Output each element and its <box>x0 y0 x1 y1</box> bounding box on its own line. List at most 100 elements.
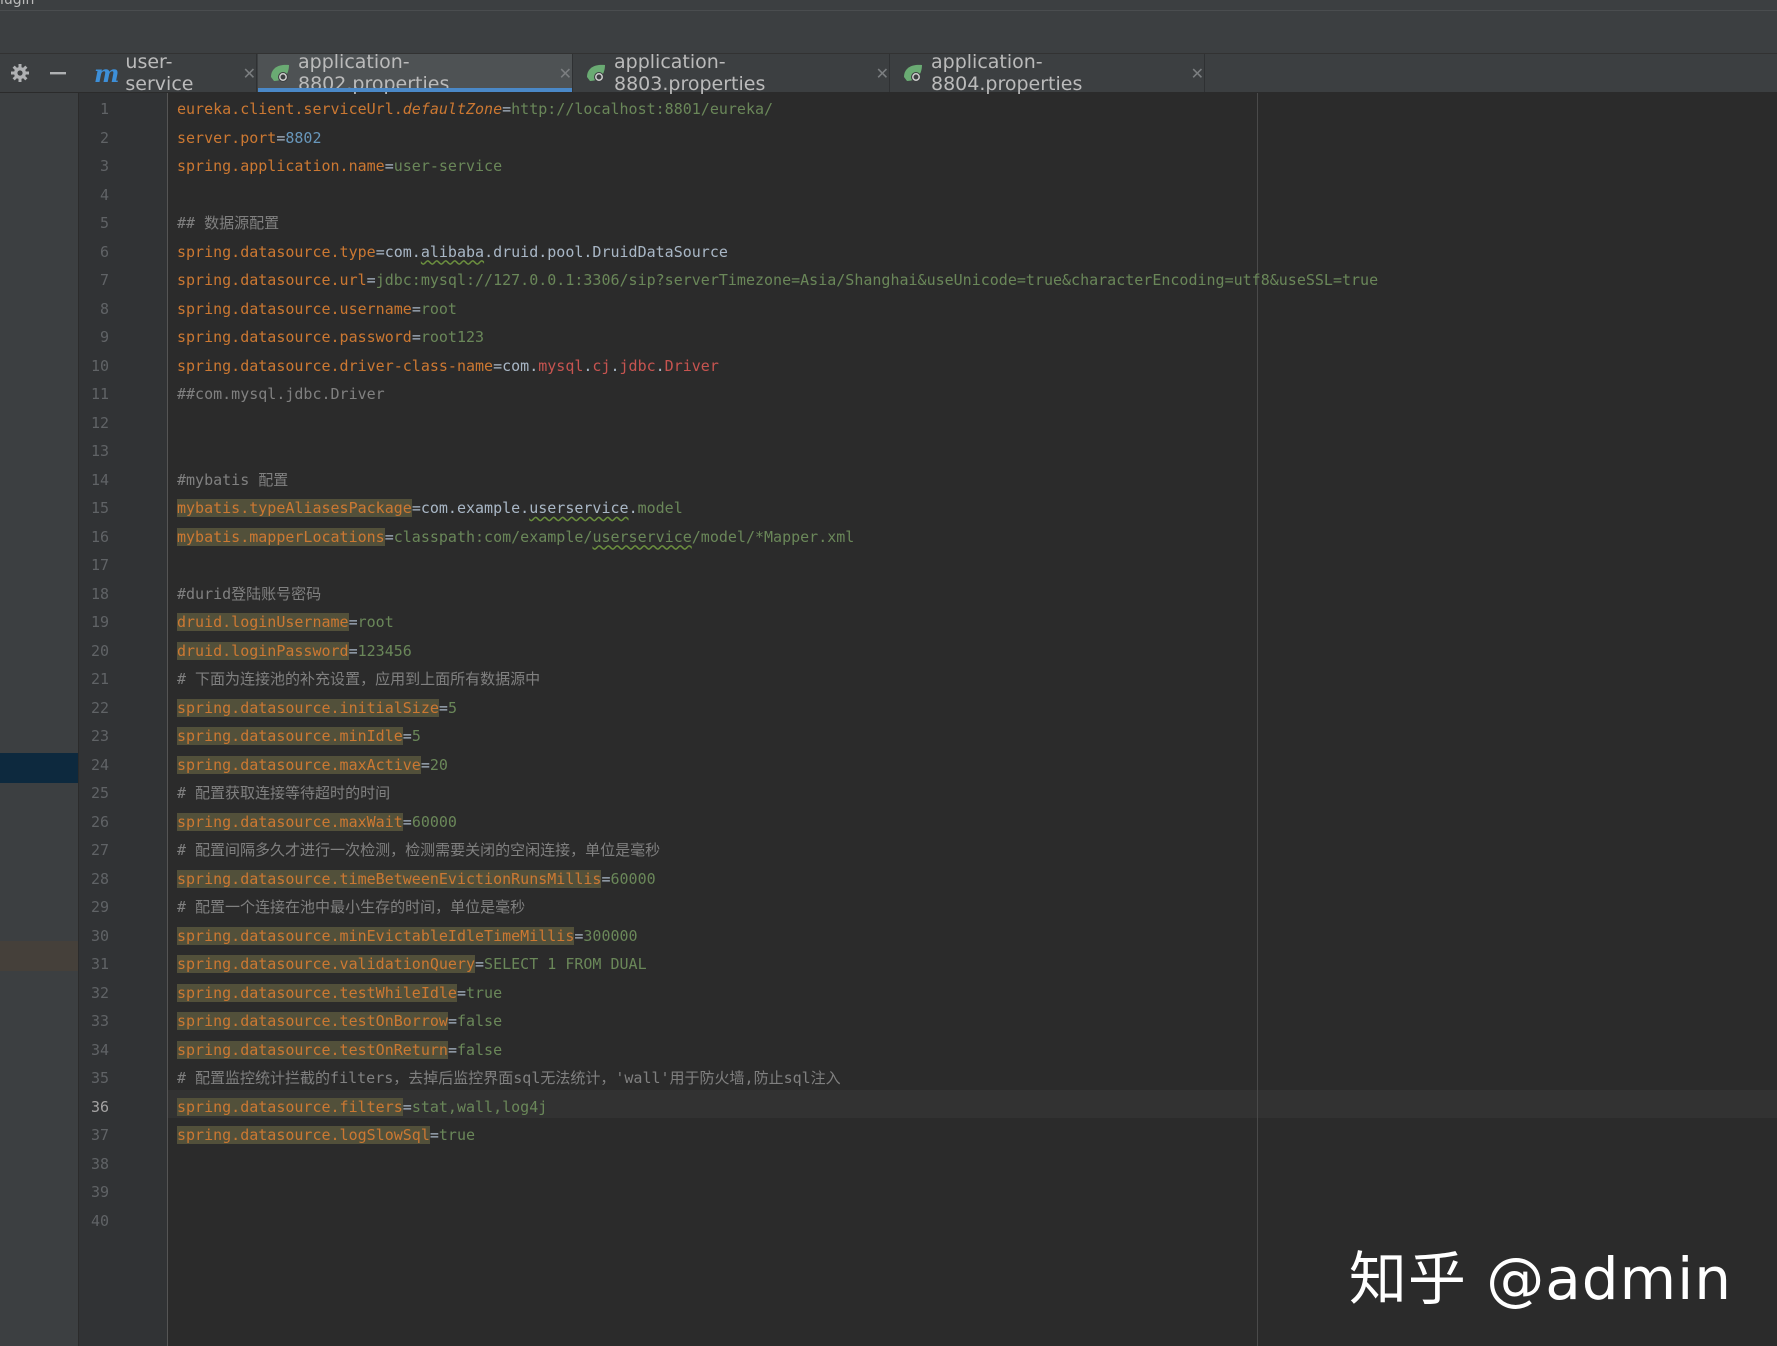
code-token: = <box>456 983 466 1002</box>
tab-application-8804[interactable]: application-8804.properties ✕ <box>891 51 1205 95</box>
code-line[interactable]: # 配置监控统计拦截的filters，去掉后监控界面sql无法统计，'wall'… <box>177 1064 841 1092</box>
code-token: ## 数据源配置 <box>177 214 280 232</box>
code-line[interactable]: #mybatis 配置 <box>177 466 288 494</box>
code-token: druid.loginPassword <box>177 641 349 660</box>
close-icon[interactable]: ✕ <box>243 64 256 83</box>
code-line[interactable]: spring.datasource.maxActive=20 <box>177 751 448 779</box>
code-line[interactable]: spring.datasource.type=com.alibaba.druid… <box>177 238 728 266</box>
code-line[interactable]: spring.datasource.minIdle=5 <box>177 722 421 750</box>
window-title-fragment: lugin <box>0 0 35 8</box>
tab-label: user-service <box>125 51 194 95</box>
line-number: 23 <box>90 727 109 745</box>
code-line[interactable]: spring.datasource.testOnBorrow=false <box>177 1007 502 1035</box>
code-token: userservice <box>529 499 629 517</box>
code-token: spring.datasource.filters <box>177 1097 403 1116</box>
tab-application-8802[interactable]: application-8802.properties ✕ <box>258 51 573 95</box>
code-token: mybatis.mapperLocations <box>177 527 385 546</box>
minus-icon[interactable] <box>39 54 77 92</box>
line-number: 4 <box>99 185 109 204</box>
line-number: 5 <box>99 214 109 232</box>
main-toolbar: lugin <box>0 0 1777 54</box>
code-token: spring.datasource.type <box>177 242 376 261</box>
line-number: 39 <box>90 1183 109 1201</box>
line-number: 35 <box>90 1069 109 1087</box>
code-token: spring.datasource.minIdle <box>177 727 403 745</box>
editor-tab-bar: m user-service ✕ application-8802.proper… <box>0 51 1777 95</box>
code-token: 5 <box>447 698 457 717</box>
line-number: 11 <box>90 385 109 403</box>
code-line[interactable]: spring.datasource.initialSize=5 <box>177 694 457 722</box>
code-line[interactable]: spring.datasource.maxWait=60000 <box>177 808 457 836</box>
tab-application-8803[interactable]: application-8803.properties ✕ <box>574 51 890 95</box>
tab-label: application-8804.properties <box>931 51 1083 95</box>
code-line[interactable]: spring.datasource.url=jdbc:mysql://127.0… <box>177 266 1378 294</box>
gear-icon[interactable] <box>1 54 39 92</box>
close-icon[interactable]: ✕ <box>876 64 889 83</box>
code-line[interactable]: spring.datasource.testWhileIdle=true <box>177 979 502 1007</box>
code-line[interactable]: spring.datasource.filters=stat,wall,log4… <box>177 1093 547 1121</box>
code-line[interactable]: spring.datasource.timeBetweenEvictionRun… <box>177 865 656 893</box>
close-icon[interactable]: ✕ <box>1191 64 1204 83</box>
code-line[interactable]: spring.datasource.password=root123 <box>177 323 484 351</box>
code-token: = <box>348 613 358 631</box>
code-token: false <box>456 1012 503 1030</box>
code-line[interactable]: spring.datasource.minEvictableIdleTimeMi… <box>177 922 638 950</box>
code-token: = <box>402 727 412 745</box>
line-number: 12 <box>90 413 109 432</box>
code-line[interactable]: spring.datasource.validationQuery=SELECT… <box>177 950 647 978</box>
code-token: = <box>384 157 394 175</box>
line-number: 17 <box>90 556 109 574</box>
line-number: 1 <box>99 100 109 118</box>
code-line[interactable]: mybatis.mapperLocations=classpath:com/ex… <box>177 523 854 551</box>
line-number: 2 <box>99 128 109 147</box>
code-token: root <box>357 613 394 631</box>
code-line[interactable]: spring.datasource.testOnReturn=false <box>177 1036 502 1064</box>
code-line[interactable]: eureka.client.serviceUrl.defaultZone=htt… <box>177 95 773 123</box>
code-line[interactable]: druid.loginUsername=root <box>177 608 394 636</box>
code-token: 300000 <box>583 926 638 945</box>
code-token: alibaba <box>420 242 485 261</box>
code-line[interactable]: # 配置获取连接等待超时的时间 <box>177 779 390 807</box>
line-number: 20 <box>90 641 109 660</box>
code-token: spring.datasource.maxWait <box>177 812 403 831</box>
code-token: spring.datasource.maxActive <box>177 755 421 774</box>
line-number: 16 <box>90 527 109 546</box>
line-number: 10 <box>90 356 109 375</box>
code-line[interactable]: #durid登陆账号密码 <box>177 580 321 608</box>
spring-properties-icon <box>901 61 925 85</box>
code-line[interactable]: mybatis.typeAliasesPackage=com.example.u… <box>177 494 683 522</box>
code-token: Driver <box>664 356 719 375</box>
code-token: eureka.client.serviceUrl. <box>177 100 403 118</box>
code-token: spring.datasource.testOnBorrow <box>177 1012 448 1030</box>
tab-label: application-8803.properties <box>614 51 766 95</box>
line-number: 15 <box>90 499 109 517</box>
code-line[interactable]: # 配置一个连接在池中最小生存的时间，单位是毫秒 <box>177 893 525 921</box>
code-token: . <box>610 356 620 375</box>
line-number: 3 <box>99 157 109 175</box>
close-icon[interactable]: ✕ <box>559 64 572 83</box>
code-line[interactable]: spring.application.name=user-service <box>177 152 502 180</box>
highlighted-tree-item[interactable] <box>0 941 78 971</box>
code-line[interactable]: ## 数据源配置 <box>177 209 279 237</box>
code-line[interactable]: ##com.mysql.jdbc.Driver <box>177 380 385 408</box>
code-line[interactable]: spring.datasource.username=root <box>177 295 457 323</box>
code-line[interactable]: # 下面为连接池的补充设置，应用到上面所有数据源中 <box>177 665 540 693</box>
code-token: model <box>637 499 683 517</box>
line-number: 6 <box>99 242 109 261</box>
project-tool-window[interactable] <box>0 93 78 1346</box>
code-line[interactable]: # 配置间隔多久才进行一次检测，检测需要关闭的空闲连接，单位是毫秒 <box>177 836 660 864</box>
spring-properties-icon <box>268 61 292 85</box>
code-line[interactable]: spring.datasource.driver-class-name=com.… <box>177 352 719 380</box>
line-number: 28 <box>90 869 109 888</box>
tab-user-service[interactable]: m user-service ✕ <box>84 51 257 95</box>
code-token: false <box>456 1040 503 1059</box>
code-token: jdbc:mysql://127.0.0.1:3306/sip?serverTi… <box>375 271 1379 289</box>
code-line[interactable]: druid.loginPassword=123456 <box>177 637 412 665</box>
code-line[interactable]: spring.datasource.logSlowSql=true <box>177 1121 475 1149</box>
code-token: = <box>375 242 385 261</box>
code-token: spring.datasource.testOnReturn <box>177 1040 448 1059</box>
code-line[interactable]: server.port=8802 <box>177 124 322 152</box>
line-number: 33 <box>90 1012 109 1030</box>
selected-tree-item[interactable] <box>0 753 78 783</box>
code-token: spring.datasource.timeBetweenEvictionRun… <box>177 869 602 888</box>
